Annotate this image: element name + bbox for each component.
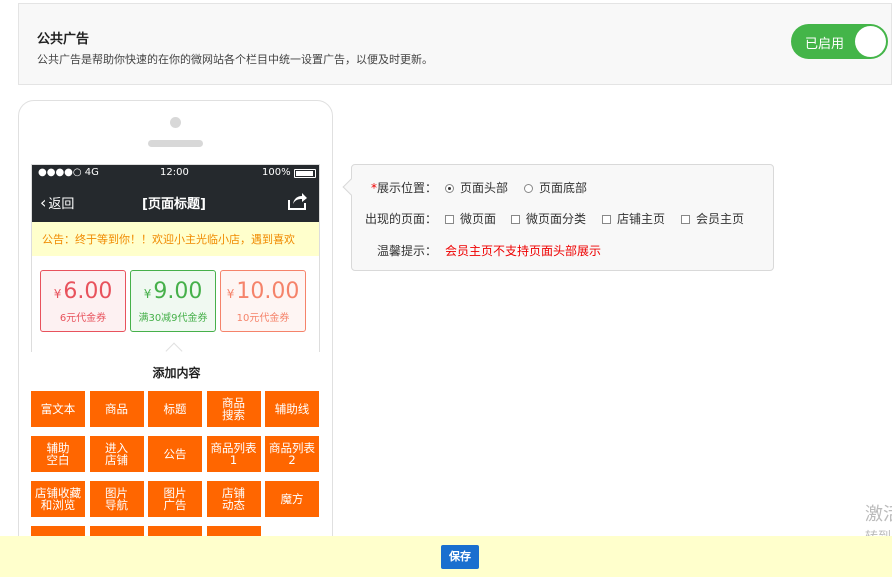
- pages-row: 出现的页面： 微页面 微页面分类 店铺主页 会员主页: [352, 210, 775, 230]
- ad-settings-panel: *展示位置： 页面头部 页面底部 出现的页面： 微页面 微页面分类 店铺主页 会…: [342, 164, 775, 271]
- add-content-button[interactable]: 商品列表 1: [206, 436, 261, 472]
- checkbox-store-home[interactable]: 店铺主页: [602, 210, 665, 227]
- checkbox-icon: [602, 215, 611, 224]
- add-content-button[interactable]: 图片 导航: [89, 481, 144, 517]
- add-content-button[interactable]: 魔方: [265, 481, 319, 517]
- coupon-desc: 满30减9代金券: [138, 313, 208, 324]
- coupon-amount: ¥10.00: [226, 279, 300, 304]
- checkbox-icon: [681, 215, 690, 224]
- add-content-button[interactable]: 富文本: [31, 391, 85, 427]
- coupon-card: ¥9.00 满30减9代金券: [130, 270, 216, 332]
- phone-screen: ●●●●○ 4G 12:00 100% ‹ 返回 [页面标题] 公告：终于等到你！…: [31, 164, 320, 354]
- coupon-card: ¥10.00 10元代金券: [220, 270, 306, 332]
- add-content-button[interactable]: 进入 店铺: [89, 436, 144, 472]
- public-ad-header: 公共广告 公共广告是帮助你快速的在你的微网站各个栏目中统一设置广告，以便及时更新…: [18, 3, 892, 85]
- coupon-card: ¥6.00 6元代金券: [40, 270, 126, 332]
- back-button[interactable]: ‹ 返回: [40, 193, 74, 212]
- save-button[interactable]: 保存: [441, 545, 479, 569]
- toggle-knob: [855, 26, 886, 57]
- checkbox-icon: [511, 215, 520, 224]
- back-label: 返回: [48, 197, 75, 212]
- coupon-amount: ¥6.00: [53, 279, 113, 304]
- add-content-button[interactable]: 公告: [148, 436, 202, 472]
- add-content-button[interactable]: 店铺收藏 和浏览: [31, 481, 85, 517]
- status-time: 12:00: [160, 167, 189, 178]
- pages-label: 出现的页面：: [364, 212, 437, 226]
- phone-page-title: [页面标题]: [142, 197, 206, 212]
- add-content-button[interactable]: 商品: [89, 391, 144, 427]
- checkbox-micro-page[interactable]: 微页面: [445, 210, 496, 227]
- position-label: *展示位置：: [370, 181, 437, 195]
- add-content-button[interactable]: 店铺 动态: [206, 481, 261, 517]
- coupon-amount: ¥9.00: [143, 279, 203, 304]
- add-content-title: 添加内容: [152, 366, 201, 380]
- add-content-button[interactable]: 图片 广告: [148, 481, 202, 517]
- radio-position-bottom[interactable]: 页面底部: [524, 179, 587, 196]
- phone-nav-bar: ‹ 返回 [页面标题]: [32, 182, 319, 222]
- coupon-desc: 6元代金券: [59, 313, 107, 324]
- coupon-desc: 10元代金券: [236, 313, 290, 324]
- add-content-button[interactable]: 标题: [148, 391, 202, 427]
- signal-indicator: ●●●●○ 4G: [38, 167, 99, 178]
- add-content-button[interactable]: 商品 搜索: [206, 391, 261, 427]
- phone-preview: ●●●●○ 4G 12:00 100% ‹ 返回 [页面标题] 公告：终于等到你！…: [18, 100, 333, 577]
- tip-label: 温馨提示：: [376, 244, 437, 258]
- chevron-left-icon: ‹: [40, 193, 47, 212]
- position-row: *展示位置： 页面头部 页面底部: [352, 179, 775, 199]
- page-description: 公共广告是帮助你快速的在你的微网站各个栏目中统一设置广告，以便及时更新。: [37, 53, 433, 66]
- side-text: 激活: [865, 504, 892, 525]
- checkbox-micro-page-category[interactable]: 微页面分类: [511, 210, 586, 227]
- checkbox-icon: [445, 215, 454, 224]
- add-content-button[interactable]: 商品列表 2: [265, 436, 319, 472]
- tip-text: 会员主页不支持页面头部展示: [445, 244, 602, 258]
- enable-toggle[interactable]: 已启用: [791, 24, 888, 59]
- phone-camera: [170, 117, 181, 128]
- add-content-button[interactable]: 辅助 空白: [31, 436, 85, 472]
- notice-bar: 公告：终于等到你！！欢迎小主光临小店，遇到喜欢: [32, 222, 319, 256]
- radio-position-top[interactable]: 页面头部: [445, 179, 508, 196]
- radio-icon: [524, 184, 533, 193]
- battery-icon: [294, 169, 316, 178]
- tip-row: 温馨提示： 会员主页不支持页面头部展示: [352, 242, 775, 262]
- add-content-button[interactable]: 辅助线: [265, 391, 319, 427]
- radio-icon: [445, 184, 454, 193]
- toggle-label: 已启用: [805, 37, 845, 52]
- checkbox-member-home[interactable]: 会员主页: [681, 210, 744, 227]
- phone-speaker: [148, 140, 203, 147]
- page-title: 公共广告: [37, 32, 90, 47]
- status-bar: ●●●●○ 4G 12:00 100%: [32, 165, 319, 182]
- share-icon[interactable]: [286, 190, 308, 212]
- battery-percent: 100%: [262, 167, 291, 178]
